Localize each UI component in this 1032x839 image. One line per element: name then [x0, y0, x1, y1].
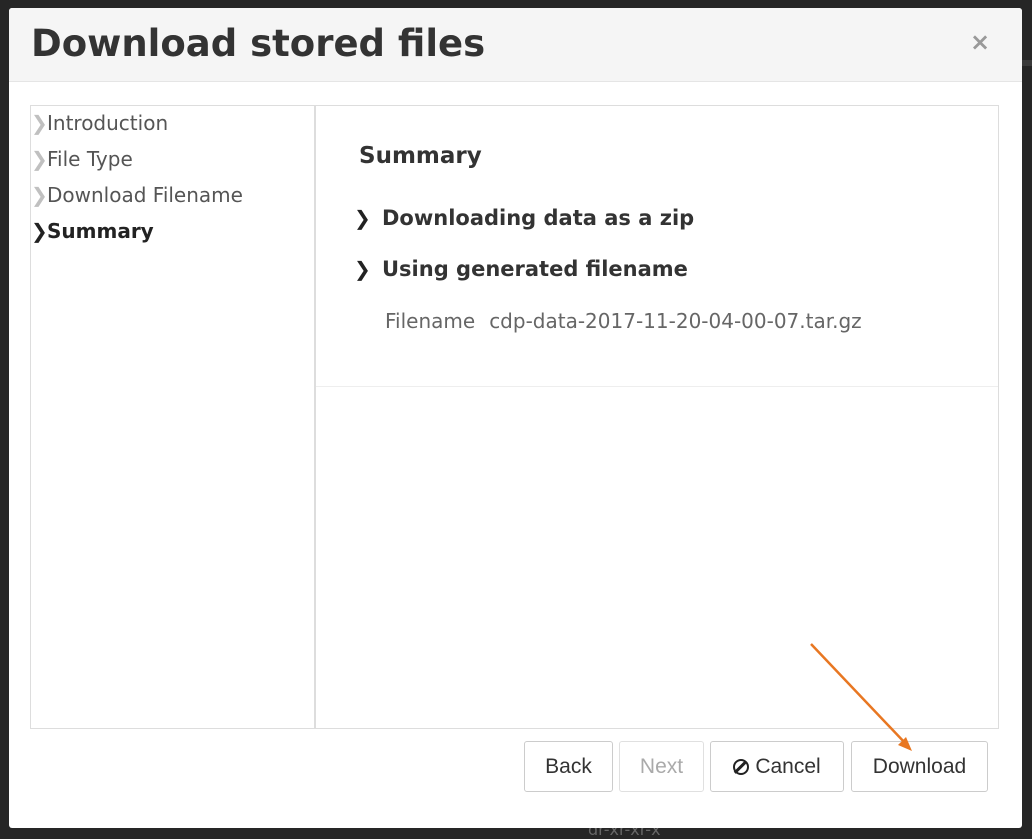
next-button[interactable]: Next: [619, 741, 704, 792]
chevron-right-icon: ❯: [31, 147, 48, 171]
dialog-footer: Back Next Cancel Download: [9, 737, 1022, 828]
summary-item: ❯ Using generated filename: [354, 254, 688, 284]
back-button[interactable]: Back: [524, 741, 613, 792]
step-download-filename[interactable]: ❯Download Filename: [31, 180, 311, 210]
summary-item-text: Using generated filename: [382, 257, 688, 281]
dialog-header: Download stored files ×: [9, 8, 1022, 82]
download-dialog: Download stored files × ❯Introduction ❯F…: [9, 8, 1022, 828]
step-label: Download Filename: [47, 183, 243, 207]
ban-icon: [733, 759, 750, 775]
summary-section: Summary ❯ Downloading data as a zip ❯ Usin…: [316, 106, 998, 387]
step-summary[interactable]: ❯Summary: [31, 216, 311, 246]
step-label: File Type: [47, 147, 133, 171]
summary-item: ❯ Downloading data as a zip: [354, 203, 694, 233]
chevron-right-icon: ❯: [31, 219, 48, 243]
chevron-right-icon: ❯: [354, 206, 371, 230]
download-button[interactable]: Download: [851, 741, 988, 792]
wizard-content: Summary ❯ Downloading data as a zip ❯ Usin…: [316, 106, 998, 728]
wizard-steps: ❯Introduction ❯File Type ❯Download Filen…: [31, 106, 316, 728]
chevron-right-icon: ❯: [31, 111, 48, 135]
close-icon[interactable]: ×: [969, 30, 991, 54]
cancel-label: Cancel: [755, 755, 821, 778]
dialog-title: Download stored files: [31, 22, 486, 65]
step-file-type[interactable]: ❯File Type: [31, 144, 311, 174]
summary-item-text: Downloading data as a zip: [382, 206, 695, 230]
step-label: Summary: [47, 219, 154, 243]
filename-value: cdp-data-2017-11-20-04-00-07.tar.gz: [489, 309, 862, 333]
filename-label: Filename: [385, 309, 476, 333]
filename-row: Filename cdp-data-2017-11-20-04-00-07.tar…: [385, 306, 862, 336]
cancel-button[interactable]: Cancel: [710, 741, 844, 792]
summary-title: Summary: [359, 143, 482, 169]
step-introduction[interactable]: ❯Introduction: [31, 108, 311, 138]
chevron-right-icon: ❯: [31, 183, 48, 207]
wizard-panel: ❯Introduction ❯File Type ❯Download Filen…: [30, 105, 999, 729]
step-label: Introduction: [47, 111, 169, 135]
chevron-right-icon: ❯: [354, 257, 371, 281]
